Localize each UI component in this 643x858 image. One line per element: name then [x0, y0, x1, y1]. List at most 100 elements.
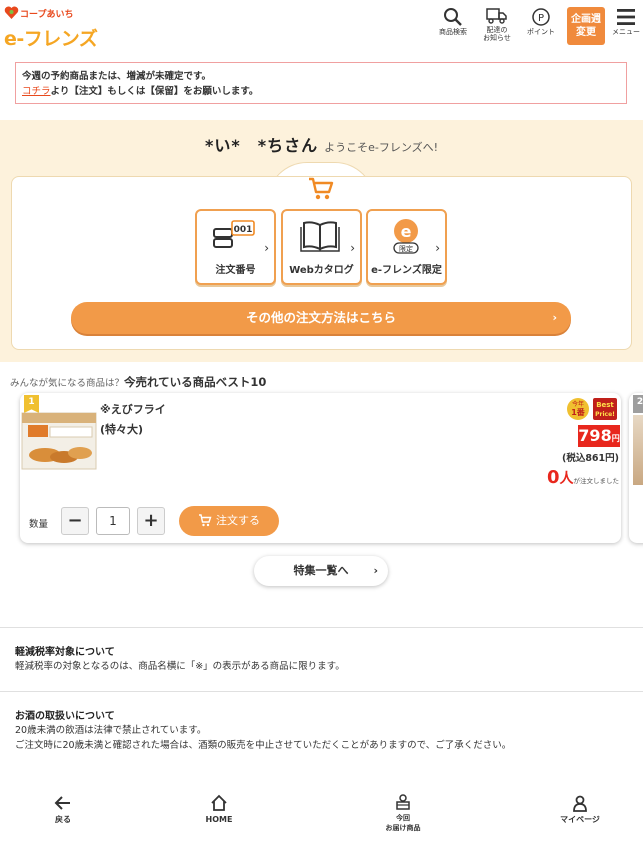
coop-e-friends-logo[interactable]: コープあいち e-フレンズ [4, 4, 114, 50]
svg-text:e: e [401, 222, 412, 241]
badge-best: Best [596, 401, 614, 409]
points-label: ポイント [527, 28, 555, 36]
home-label: HOME [205, 815, 233, 824]
point-icon: P [532, 8, 550, 26]
current-delivery-label: 今回 お届け商品 [385, 814, 421, 832]
home-icon [211, 794, 227, 811]
product-search-label: 商品検索 [439, 28, 467, 36]
home-button[interactable]: HOME [179, 794, 259, 825]
alcohol-text-2: ご注文時に20歳未満と確認された場合は、酒類の販売を中止させていただくことがあり… [15, 740, 512, 751]
product-name-line-1: ※えびフライ [100, 403, 166, 416]
notice-line-1: 今週の予約商品または、増減が未確定です。 [22, 71, 212, 82]
alcohol-heading: お酒の取扱いについて [15, 711, 115, 722]
chevron-right-icon: › [350, 241, 355, 255]
web-catalog-label: Webカタログ [289, 265, 354, 276]
chevron-right-icon: › [435, 241, 440, 255]
product-price: 798円 [578, 425, 620, 447]
rank-badge: 2 [633, 395, 643, 413]
pending-order-notice: 今週の予約商品または、増減が未確定です。 コチラより【注文】もしくは【保留】をお… [15, 62, 627, 104]
divider [0, 627, 643, 628]
alcohol-text-1: 20歳未満の飲酒は法律で禁止されています。 [15, 725, 207, 736]
delivery-notice-label: 配達の お知らせ [483, 26, 511, 42]
product-name-line-2: (特々大) [100, 422, 144, 436]
best-ranking-heading: みんなが気になる商品は？今売れている商品ベスト10 [10, 374, 266, 390]
my-page-button[interactable]: マイページ [540, 794, 620, 825]
price-value: 798 [578, 426, 612, 445]
change-week-label: 企画週 変更 [571, 14, 601, 38]
reduced-tax-heading: 軽減税率対象について [15, 647, 115, 658]
web-catalog-button[interactable]: › Webカタログ [281, 209, 362, 285]
delivery-box-icon [396, 794, 410, 810]
user-icon [573, 795, 587, 812]
e-friends-limited-label: e-フレンズ限定 [371, 265, 442, 276]
ordered-count-unit: 人 [559, 471, 574, 487]
chevron-right-icon: › [373, 564, 378, 577]
points-button[interactable]: P ポイント [521, 5, 561, 37]
cart-icon [309, 177, 334, 200]
other-order-methods-button[interactable]: その他の注文方法はこちら › [71, 302, 571, 334]
change-week-button[interactable]: 企画週 変更 [567, 7, 605, 45]
ordered-count-suffix: が注文しました [573, 477, 620, 485]
notice-line-2-text: より【注文】もしくは【保留】をお願いします。 [50, 86, 259, 98]
next-product-card[interactable]: 2 [629, 393, 643, 543]
cart-icon [199, 514, 212, 527]
price-yen: 円 [611, 434, 620, 443]
welcome-message: ようこそe-フレンズへ! [324, 141, 439, 154]
order-number-badge: 001 [234, 225, 253, 235]
brand-label: e-フレンズ [4, 28, 98, 50]
my-page-label: マイページ [560, 815, 600, 824]
feature-list-label: 特集一覧へ [293, 564, 349, 577]
back-label: 戻る [55, 815, 71, 824]
notice-link[interactable]: コチラ [22, 86, 51, 97]
bottom-navigation: 戻る HOME 今回 お届け商品 マイページ [0, 790, 643, 858]
feature-list-button[interactable]: 特集一覧へ › [254, 556, 388, 586]
divider [0, 691, 643, 692]
e-friends-limited-icon: e 限定 [393, 219, 419, 254]
add-to-order-label: 注文する [216, 514, 260, 527]
limited-badge: 限定 [399, 244, 413, 253]
coop-label: コープあいち [20, 10, 74, 20]
best-ranking-title: 今売れている商品ベスト10 [124, 375, 267, 389]
quantity-decrease-button[interactable]: − [61, 507, 89, 535]
add-to-order-button[interactable]: 注文する [179, 506, 279, 536]
price-tax-included: (税込861円) [561, 453, 619, 464]
quantity-input[interactable]: 1 [96, 507, 130, 535]
svg-text:P: P [538, 13, 544, 24]
quantity-label: 数量 [29, 519, 49, 530]
next-product-image [633, 415, 643, 485]
order-by-number-label: 注文番号 [215, 265, 256, 276]
badge-price: Price! [595, 411, 615, 418]
badge-number-one: 1番 [571, 407, 586, 417]
product-search-button[interactable]: 商品検索 [433, 5, 473, 37]
badge-this-year: 今年 [572, 400, 584, 408]
quantity-increase-button[interactable]: + [137, 507, 165, 535]
chevron-right-icon: › [552, 311, 557, 324]
web-catalog-icon [300, 221, 340, 252]
e-friends-limited-button[interactable]: e 限定 › e-フレンズ限定 [366, 209, 447, 285]
order-number-icon: 001 [213, 220, 255, 248]
search-icon [444, 8, 462, 26]
other-order-methods-label: その他の注文方法はこちら [245, 310, 396, 325]
menu-label: メニュー [612, 28, 640, 36]
truck-icon [486, 8, 507, 24]
best-price-badges: 今年 1番 Best Price! [567, 398, 617, 420]
back-button[interactable]: 戻る [23, 794, 103, 825]
menu-button[interactable]: メニュー [609, 5, 643, 37]
hamburger-menu-icon [617, 9, 635, 25]
order-by-number-button[interactable]: 001 › 注文番号 [195, 209, 276, 285]
greeting: *い* *ちさん ようこそe-フレンズへ! [0, 132, 643, 156]
back-arrow-icon [54, 796, 70, 810]
product-name[interactable]: ※えびフライ (特々大) [100, 400, 166, 440]
ordered-count: 0人が注文しました [547, 467, 619, 488]
reduced-tax-text: 軽減税率の対象となるのは、商品名横に「※」の表示がある商品に限ります。 [15, 661, 345, 672]
chevron-right-icon: › [264, 241, 269, 255]
delivery-notice-button[interactable]: 配達の お知らせ [475, 5, 519, 42]
ordered-count-value: 0 [546, 467, 560, 488]
app-header: コープあいち e-フレンズ 商品検索 配達の お知らせ P ポイント 企画週 変… [0, 0, 643, 54]
product-image[interactable] [20, 411, 98, 471]
header-actions: 商品検索 配達の お知らせ P ポイント 企画週 変更 メニュー [431, 5, 643, 49]
best-ranking-prefix: みんなが気になる商品は？ [10, 378, 125, 389]
user-name: *い* *ちさん [204, 136, 319, 155]
current-delivery-button[interactable]: 今回 お届け商品 [363, 794, 443, 832]
notice-line-2: コチラより【注文】もしくは【保留】をお願いします。 [22, 84, 620, 99]
